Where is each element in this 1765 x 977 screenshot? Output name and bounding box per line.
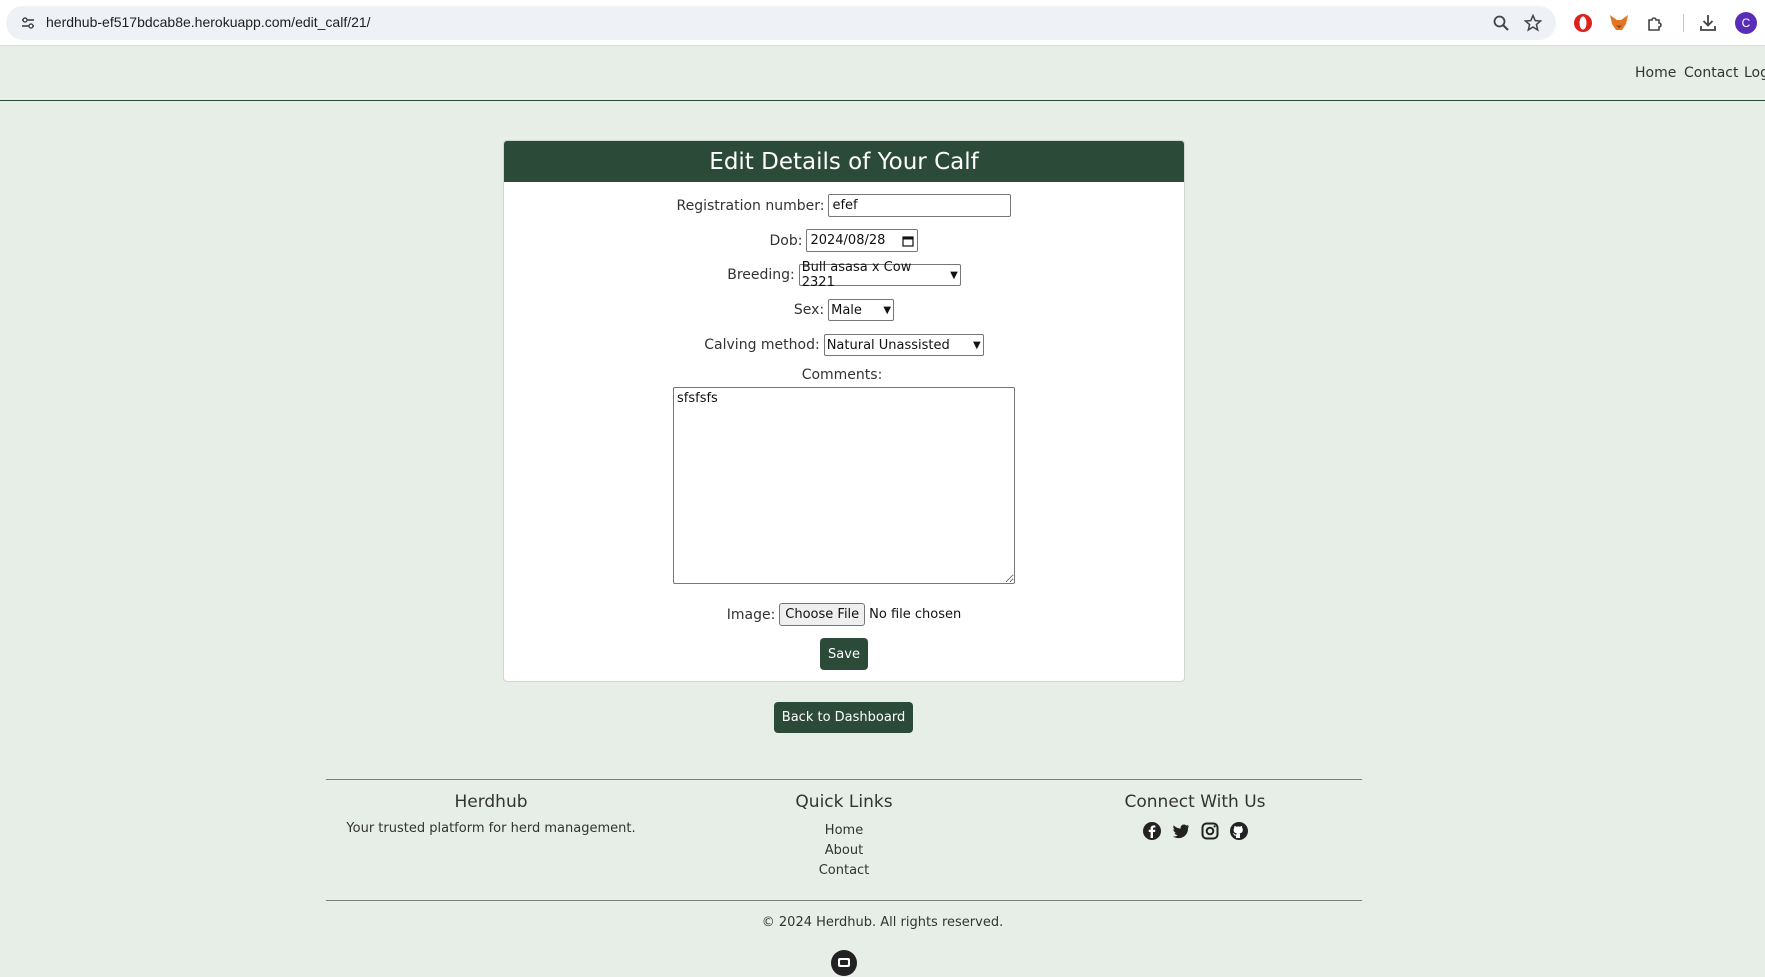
- save-row: Save: [504, 638, 1184, 670]
- footer-contact-link[interactable]: Contact: [700, 861, 988, 881]
- edit-calf-card: Edit Details of Your Calf Registration n…: [503, 140, 1185, 682]
- registration-input[interactable]: [828, 194, 1012, 217]
- profile-avatar[interactable]: C: [1735, 12, 1757, 34]
- registration-label: Registration number:: [676, 197, 825, 214]
- footer-divider-bottom: [326, 900, 1362, 901]
- footer-quick-links-column: Quick Links Home About Contact: [700, 792, 988, 881]
- fox-extension-icon[interactable]: [1608, 12, 1630, 34]
- footer-quick-links-title: Quick Links: [795, 792, 893, 812]
- chevron-down-icon: ▼: [883, 304, 892, 316]
- browser-toolbar: herdhub-ef517bdcab8e.herokuapp.com/edit_…: [0, 0, 1765, 46]
- sex-label: Sex:: [793, 302, 825, 318]
- copyright-text: © 2024 Herdhub. All rights reserved.: [761, 915, 1004, 930]
- calving-method-select[interactable]: Natural Unassisted ▼: [823, 334, 984, 356]
- image-row: Image: Choose File No file chosen: [504, 603, 1184, 626]
- footer-connect-title: Connect With Us: [1124, 792, 1266, 812]
- url-text[interactable]: herdhub-ef517bdcab8e.herokuapp.com/edit_…: [46, 14, 371, 30]
- page-title: Edit Details of Your Calf: [709, 148, 979, 175]
- footer-brand-title: Herdhub: [454, 792, 528, 812]
- footer-home-link[interactable]: Home: [700, 821, 988, 841]
- github-icon[interactable]: [1229, 821, 1249, 841]
- no-file-text: No file chosen: [869, 607, 962, 622]
- twitter-icon[interactable]: [1171, 821, 1191, 841]
- calving-row: Calving method: Natural Unassisted ▼: [504, 334, 1184, 356]
- footer-about-link[interactable]: About: [700, 841, 988, 861]
- facebook-icon[interactable]: [1142, 821, 1162, 841]
- site-settings-icon[interactable]: [20, 15, 36, 31]
- address-bar[interactable]: herdhub-ef517bdcab8e.herokuapp.com/edit_…: [6, 6, 1556, 40]
- toolbar-separator: [1683, 14, 1684, 32]
- bookmark-star-icon[interactable]: [1524, 14, 1542, 32]
- image-label: Image:: [726, 606, 776, 623]
- zoom-icon[interactable]: [1492, 14, 1510, 32]
- dob-value: 2024/08/28: [810, 233, 886, 248]
- dob-label: Dob:: [769, 232, 803, 249]
- sex-value: Male: [831, 302, 862, 318]
- comments-label: Comments:: [801, 367, 883, 383]
- calendar-icon[interactable]: [902, 235, 915, 247]
- footer-divider-top: [326, 779, 1362, 780]
- calving-value: Natural Unassisted: [826, 337, 950, 353]
- breeding-value: Bull asasa x Cow 2321: [801, 260, 912, 290]
- choose-file-button[interactable]: Choose File: [779, 603, 866, 626]
- chevron-down-icon: ▼: [973, 339, 981, 351]
- dob-row: Dob: 2024/08/28: [504, 229, 1184, 252]
- breeding-label: Breeding:: [727, 267, 795, 283]
- card-header: Edit Details of Your Calf: [504, 141, 1184, 182]
- footer-brand-column: Herdhub Your trusted platform for herd m…: [326, 792, 656, 836]
- back-to-dashboard-button[interactable]: Back to Dashboard: [774, 702, 913, 733]
- dob-input[interactable]: 2024/08/28: [806, 229, 919, 252]
- registration-row: Registration number:: [504, 194, 1184, 217]
- save-button[interactable]: Save: [820, 638, 868, 670]
- nav-home-link[interactable]: Home: [1635, 65, 1676, 81]
- extensions-puzzle-icon[interactable]: [1644, 12, 1666, 34]
- nav-login-link[interactable]: Log: [1744, 65, 1765, 81]
- sex-row: Sex: Male ▼: [504, 299, 1184, 321]
- breeding-row: Breeding: Bull asasa x Cow 2321 ▼: [504, 260, 1184, 290]
- nav-contact-link[interactable]: Contact: [1684, 65, 1738, 81]
- instagram-icon[interactable]: [1200, 821, 1220, 841]
- download-icon[interactable]: [1697, 12, 1719, 34]
- chevron-down-icon: ▼: [950, 269, 958, 281]
- footer-connect-column: Connect With Us: [1050, 792, 1340, 841]
- calving-label: Calving method:: [704, 337, 820, 353]
- breeding-select[interactable]: Bull asasa x Cow 2321 ▼: [798, 260, 961, 290]
- cow-logo-icon: [831, 950, 857, 976]
- footer-tagline: Your trusted platform for herd managemen…: [346, 821, 636, 836]
- site-navbar: Home Contact Log: [0, 46, 1765, 101]
- sex-select[interactable]: Male ▼: [828, 299, 895, 321]
- comments-textarea[interactable]: sfsfsfs: [673, 387, 1015, 584]
- social-links: [1050, 821, 1340, 841]
- comments-label-row: Comments:: [504, 367, 1184, 383]
- opera-extension-icon[interactable]: [1572, 12, 1594, 34]
